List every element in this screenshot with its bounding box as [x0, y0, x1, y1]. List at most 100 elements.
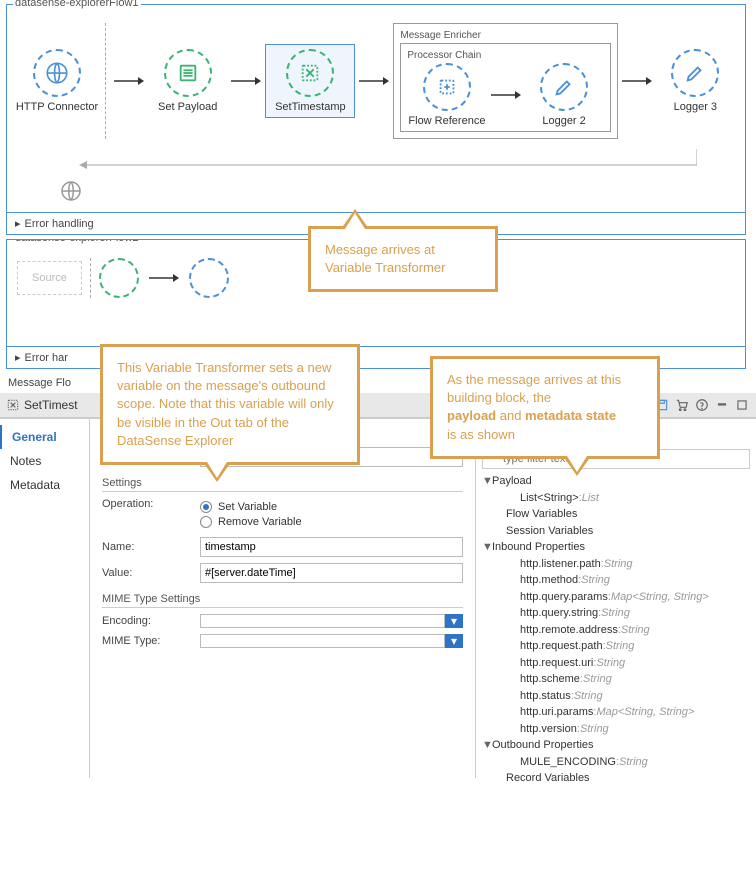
callout-payload-bold1: payload	[447, 408, 496, 423]
tree-key: Record Variables	[506, 770, 590, 787]
node-set-timestamp: SetTimestamp	[270, 49, 350, 113]
arrow-icon	[359, 75, 389, 87]
callout-payload-l1: As the message arrives at this building …	[447, 372, 621, 405]
callout-transformer: This Variable Transformer sets a new var…	[100, 344, 360, 465]
tree-row[interactable]: Flow Variables	[482, 506, 750, 523]
name-input[interactable]	[200, 537, 463, 557]
tree-key: List<String>	[520, 490, 579, 507]
mimetype-label: MIME Type:	[102, 635, 192, 647]
flow2-error-label: Error har	[25, 352, 68, 364]
node-set-timestamp-selected[interactable]: SetTimestamp	[265, 44, 355, 118]
value-label: Value:	[102, 567, 192, 579]
tree-row[interactable]: http.remote.address : String	[482, 622, 750, 639]
radio-icon	[200, 516, 212, 528]
callout-payload-bold2: metadata state	[525, 408, 616, 423]
tree-row[interactable]: http.scheme : String	[482, 671, 750, 688]
tree-arrow-icon: ▼	[482, 737, 492, 754]
flow1-body: HTTP Connector Set Payload SetTimestamp …	[7, 5, 745, 145]
pencil-icon	[540, 63, 588, 111]
pencil-icon[interactable]	[189, 258, 229, 298]
node-logger2-label: Logger 2	[542, 115, 585, 127]
cart-icon[interactable]	[674, 397, 690, 413]
tree-row[interactable]: ▼Payload	[482, 473, 750, 490]
node-flow-reference[interactable]: Flow Reference	[407, 63, 486, 127]
node-logger2[interactable]: Logger 2	[525, 63, 604, 127]
tree-row[interactable]: http.method : String	[482, 572, 750, 589]
node-set-payload[interactable]: Set Payload	[148, 49, 227, 113]
mime-section: MIME Type Settings	[102, 593, 463, 608]
main-form: There are no er Display Name: Settings O…	[90, 419, 476, 778]
radio-remove-variable[interactable]: Remove Variable	[200, 516, 302, 528]
tree-key: http.query.string	[520, 605, 598, 622]
tree-key: Inbound Properties	[492, 539, 585, 556]
globe-icon	[33, 49, 81, 97]
arrow-icon	[114, 75, 144, 87]
tree-type: Map<String, String>	[611, 589, 709, 606]
tree-row[interactable]: http.version : String	[482, 721, 750, 738]
tree-key: http.remote.address	[520, 622, 618, 639]
tree-row[interactable]: http.listener.path : String	[482, 556, 750, 573]
tab-general[interactable]: General	[0, 425, 89, 449]
prop-title: SetTimest	[24, 398, 78, 412]
callout-payload: As the message arrives at this building …	[430, 356, 660, 459]
chevron-right-icon: ▸	[15, 351, 21, 364]
flow1-return-globe	[7, 179, 745, 212]
tab-metadata[interactable]: Metadata	[0, 473, 89, 497]
divider	[90, 258, 91, 298]
tab-notes[interactable]: Notes	[0, 449, 89, 473]
tree-type: String	[601, 605, 630, 622]
explorer-tree[interactable]: ▼PayloadList<String> : ListFlow Variable…	[482, 473, 750, 787]
tree-key: http.method	[520, 572, 578, 589]
flow2-source[interactable]: Source	[17, 261, 82, 295]
scope-processor-chain: Processor Chain Flow Reference Logger 2	[400, 43, 610, 132]
radio-remove-label: Remove Variable	[218, 516, 302, 528]
tree-row[interactable]: ▼Inbound Properties	[482, 539, 750, 556]
flow1-container: datasense-explorerFlow1 HTTP Connector S…	[6, 4, 746, 235]
tree-row[interactable]: Record Variables	[482, 770, 750, 787]
encoding-label: Encoding:	[102, 615, 192, 627]
tree-key: http.uri.params	[520, 704, 593, 721]
node-logger3[interactable]: Logger 3	[656, 49, 735, 113]
tree-row[interactable]: List<String> : List	[482, 490, 750, 507]
mimetype-select[interactable]: ▾	[200, 634, 463, 648]
tree-row[interactable]: MULE_ENCODING : String	[482, 754, 750, 771]
flow1-error-label: Error handling	[25, 218, 94, 230]
tree-row[interactable]: Session Variables	[482, 523, 750, 540]
tree-key: http.version	[520, 721, 577, 738]
tree-row[interactable]: ▼Outbound Properties	[482, 737, 750, 754]
arrow-icon	[231, 75, 261, 87]
divider	[105, 23, 106, 139]
tree-row[interactable]: http.status : String	[482, 688, 750, 705]
value-input[interactable]	[200, 563, 463, 583]
prop-panel: General Notes Metadata There are no er D…	[0, 418, 756, 778]
encoding-select[interactable]: ▾	[200, 614, 463, 628]
tree-arrow-icon: ▼	[482, 473, 492, 490]
tree-type: String	[580, 721, 609, 738]
flow1-return	[7, 145, 745, 179]
scope-message-enricher[interactable]: Message Enricher Processor Chain Flow Re…	[393, 23, 617, 139]
tree-type: String	[621, 622, 650, 639]
callout-payload-l3: is as shown	[447, 427, 515, 442]
tree-key: http.request.uri	[520, 655, 593, 672]
tree-row[interactable]: http.uri.params : Map<String, String>	[482, 704, 750, 721]
list-icon[interactable]	[99, 258, 139, 298]
tree-row[interactable]: http.request.uri : String	[482, 655, 750, 672]
tree-type: String	[581, 572, 610, 589]
maximize-icon[interactable]	[734, 397, 750, 413]
tree-row[interactable]: http.request.path : String	[482, 638, 750, 655]
list-icon	[164, 49, 212, 97]
tree-type: String	[604, 556, 633, 573]
variable-x-icon	[286, 49, 334, 97]
tree-key: Payload	[492, 473, 532, 490]
chevron-down-icon: ▾	[445, 614, 463, 628]
radio-icon	[200, 501, 212, 513]
radio-set-variable[interactable]: Set Variable	[200, 501, 302, 513]
callout-arrives-text: Message arrives at Variable Transformer	[325, 242, 445, 275]
node-http[interactable]: HTTP Connector	[17, 49, 97, 113]
minimize-icon[interactable]	[714, 397, 730, 413]
help-icon[interactable]	[694, 397, 710, 413]
node-set-timestamp-label: SetTimestamp	[275, 101, 346, 113]
pencil-icon	[671, 49, 719, 97]
tree-row[interactable]: http.query.string : String	[482, 605, 750, 622]
tree-row[interactable]: http.query.params : Map<String, String>	[482, 589, 750, 606]
